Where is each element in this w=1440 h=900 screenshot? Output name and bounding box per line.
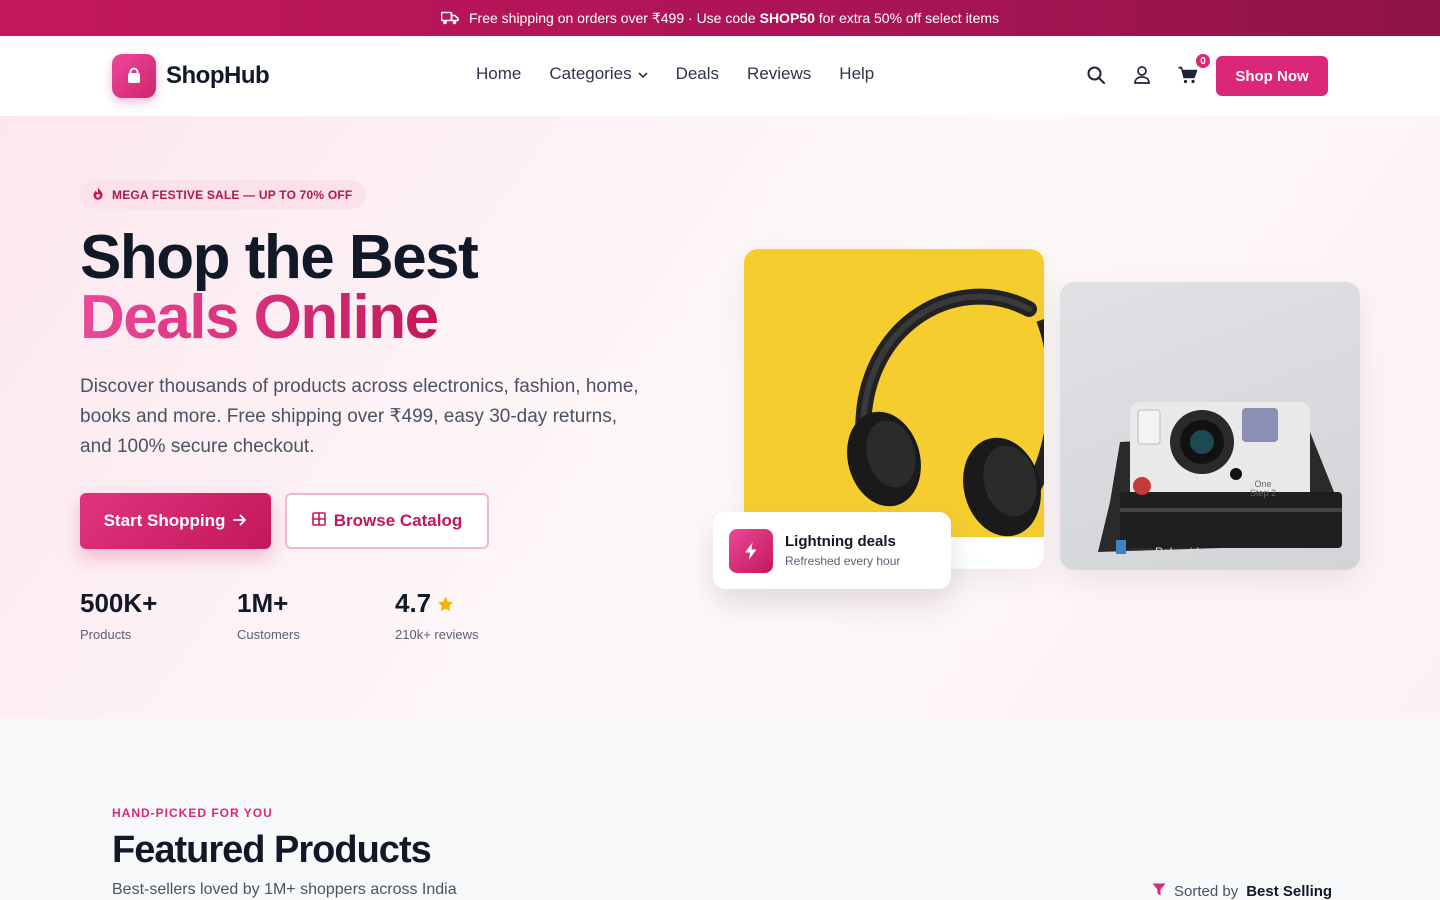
bolt-icon [729, 528, 773, 573]
filter-icon [1152, 883, 1166, 900]
featured-title: Featured Products [112, 829, 432, 871]
camera-brand-text: Polaroid [1155, 545, 1200, 559]
featured-subtitle: Best-sellers loved by 1M+ shoppers acros… [112, 881, 457, 898]
sort-value: Best Selling [1246, 883, 1333, 900]
header-icons: 0 [1086, 52, 1212, 86]
lightning-deals-card[interactable]: Lightning deals Refreshed every hour [713, 512, 951, 589]
user-icon[interactable] [1132, 64, 1152, 86]
browse-catalog-button[interactable]: Browse Catalog [285, 493, 489, 549]
grid-icon [311, 511, 326, 531]
search-icon[interactable] [1086, 64, 1106, 86]
deal-card-subtitle: Refreshed every hour [785, 554, 901, 568]
stat-customers: 1M+ Customers [237, 588, 300, 642]
truck-icon [440, 11, 459, 25]
nav-home[interactable]: Home [476, 64, 521, 84]
featured-section: HAND-PICKED FOR YOU Featured Products Be… [0, 719, 1440, 900]
announcement-bar: Free shipping on orders over ₹499 · Use … [0, 0, 1440, 36]
camera-product-image[interactable]: Polaroid One Step 2 [1060, 282, 1360, 570]
cart-count-badge: 0 [1194, 52, 1212, 70]
hero-title-highlight: Deals Online [80, 283, 439, 352]
nav-deals[interactable]: Deals [676, 64, 719, 84]
sale-badge: MEGA FESTIVE SALE — UP TO 70% OFF [80, 180, 367, 209]
start-shopping-button[interactable]: Start Shopping [80, 493, 271, 549]
camera-model-text: One Step 2 [1249, 479, 1277, 498]
site-header: ShopHub Home Categories Deals Reviews He… [0, 36, 1440, 116]
chevron-down-icon [638, 64, 648, 84]
deal-card-title: Lightning deals [785, 533, 896, 550]
cart-icon[interactable]: 0 [1178, 52, 1212, 86]
featured-eyebrow: HAND-PICKED FOR YOU [112, 806, 273, 820]
star-icon [437, 588, 454, 619]
hero-section: MEGA FESTIVE SALE — UP TO 70% OFF Shop t… [0, 116, 1440, 719]
arrow-right-icon [233, 511, 247, 531]
stat-products: 500K+ Products [80, 588, 158, 642]
promo-code: SHOP50 [759, 9, 815, 26]
hero-description: Discover thousands of products across el… [80, 376, 639, 457]
logo[interactable]: ShopHub [112, 54, 270, 98]
nav-help[interactable]: Help [839, 64, 874, 84]
stat-rating: 4.7 210k+ reviews [395, 588, 479, 642]
hero-title: Shop the Best [80, 223, 479, 292]
main-nav: Home Categories Deals Reviews Help [476, 64, 874, 84]
logo-text: ShopHub [166, 62, 270, 89]
nav-reviews[interactable]: Reviews [747, 64, 811, 84]
shop-now-button[interactable]: Shop Now [1216, 56, 1328, 96]
nav-categories[interactable]: Categories [549, 64, 648, 84]
sort-control[interactable]: Sorted by Best Selling [1152, 883, 1332, 900]
shopping-bag-icon [112, 54, 156, 98]
announcement-text: Free shipping on orders over ₹499 · Use … [468, 9, 1000, 26]
fire-icon [92, 187, 104, 203]
